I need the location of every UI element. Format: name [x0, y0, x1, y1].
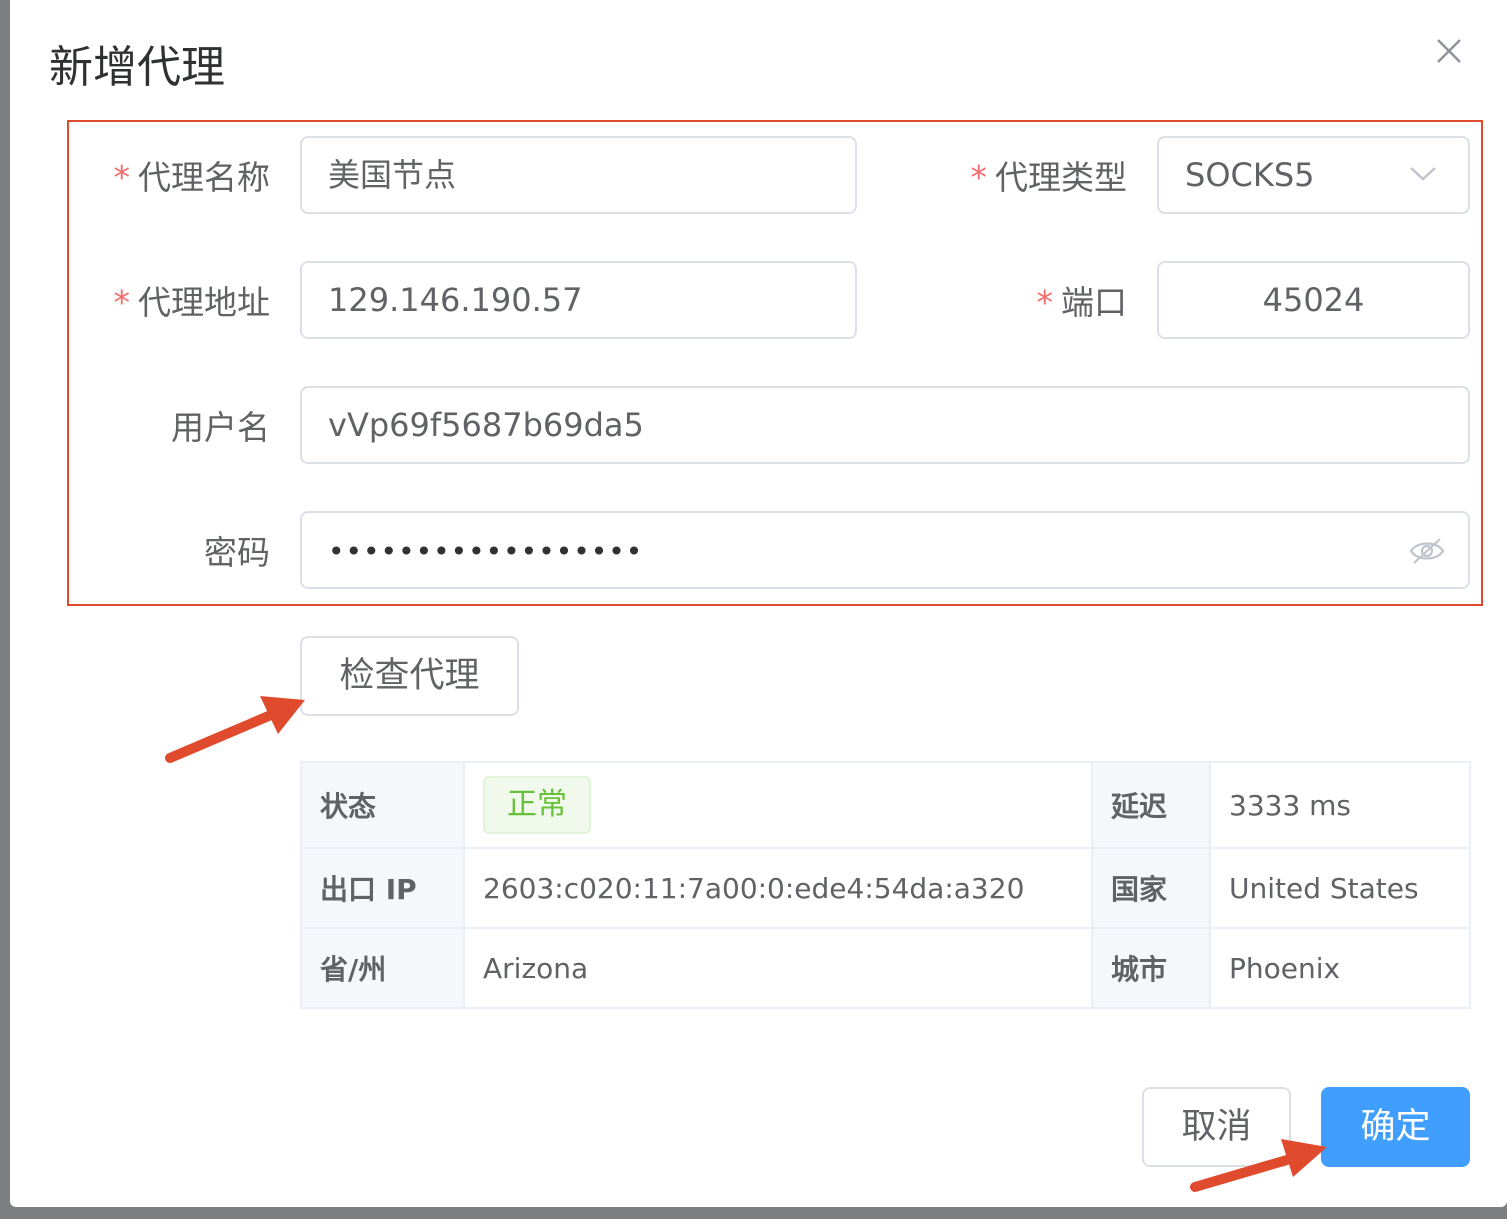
country-label: 国家 — [1091, 847, 1211, 929]
cancel-button[interactable]: 取消 — [1142, 1087, 1291, 1167]
username-label: 用户名 — [171, 408, 270, 447]
close-icon[interactable] — [1432, 34, 1466, 68]
exit-ip-label: 出口 IP — [300, 847, 465, 929]
status-label: 状态 — [300, 761, 465, 849]
province-label: 省/州 — [300, 927, 465, 1009]
status-cell: 正常 — [463, 761, 1093, 849]
proxy-result-table: 状态 正常 延迟 3333 ms 出口 IP 2603:c020:11:7a00… — [300, 761, 1471, 1009]
proxy-type-label: * 代理类型 — [970, 158, 1128, 197]
proxy-address-input[interactable]: 129.146.190.57 — [300, 261, 857, 339]
country-value: United States — [1209, 847, 1471, 929]
port-input[interactable]: 45024 — [1157, 261, 1470, 339]
city-value: Phoenix — [1209, 927, 1471, 1009]
status-badge: 正常 — [483, 776, 591, 834]
proxy-type-select[interactable]: SOCKS5 — [1157, 136, 1470, 214]
table-row: 省/州 Arizona 城市 Phoenix — [300, 927, 1471, 1009]
proxy-type-value: SOCKS5 — [1185, 156, 1315, 194]
username-input[interactable]: vVp69f5687b69da5 — [300, 386, 1470, 464]
eye-off-icon[interactable] — [1408, 535, 1446, 567]
proxy-address-label: * 代理地址 — [113, 283, 271, 322]
table-row: 出口 IP 2603:c020:11:7a00:0:ede4:54da:a320… — [300, 847, 1471, 929]
latency-label: 延迟 — [1091, 761, 1211, 849]
chevron-down-icon — [1410, 167, 1436, 181]
proxy-name-input[interactable]: 美国节点 — [300, 136, 857, 214]
password-value: •••••••••••••••••• — [328, 535, 644, 568]
proxy-name-label: * 代理名称 — [113, 158, 271, 197]
latency-value: 3333 ms — [1209, 761, 1471, 849]
exit-ip-value: 2603:c020:11:7a00:0:ede4:54da:a320 — [463, 847, 1093, 929]
add-proxy-dialog: 新增代理 * 代理名称 美国节点 * 代理类型 SOCKS5 * 代理地址 129.1… — [10, 0, 1507, 1207]
city-label: 城市 — [1091, 927, 1211, 1009]
port-label: * 端口 — [1036, 283, 1128, 322]
dialog-title: 新增代理 — [49, 42, 225, 93]
password-label: 密码 — [204, 533, 270, 572]
province-value: Arizona — [463, 927, 1093, 1009]
check-proxy-button[interactable]: 检查代理 — [300, 636, 519, 716]
confirm-button[interactable]: 确定 — [1321, 1087, 1470, 1167]
table-row: 状态 正常 延迟 3333 ms — [300, 761, 1471, 849]
password-input[interactable]: •••••••••••••••••• — [300, 511, 1470, 589]
